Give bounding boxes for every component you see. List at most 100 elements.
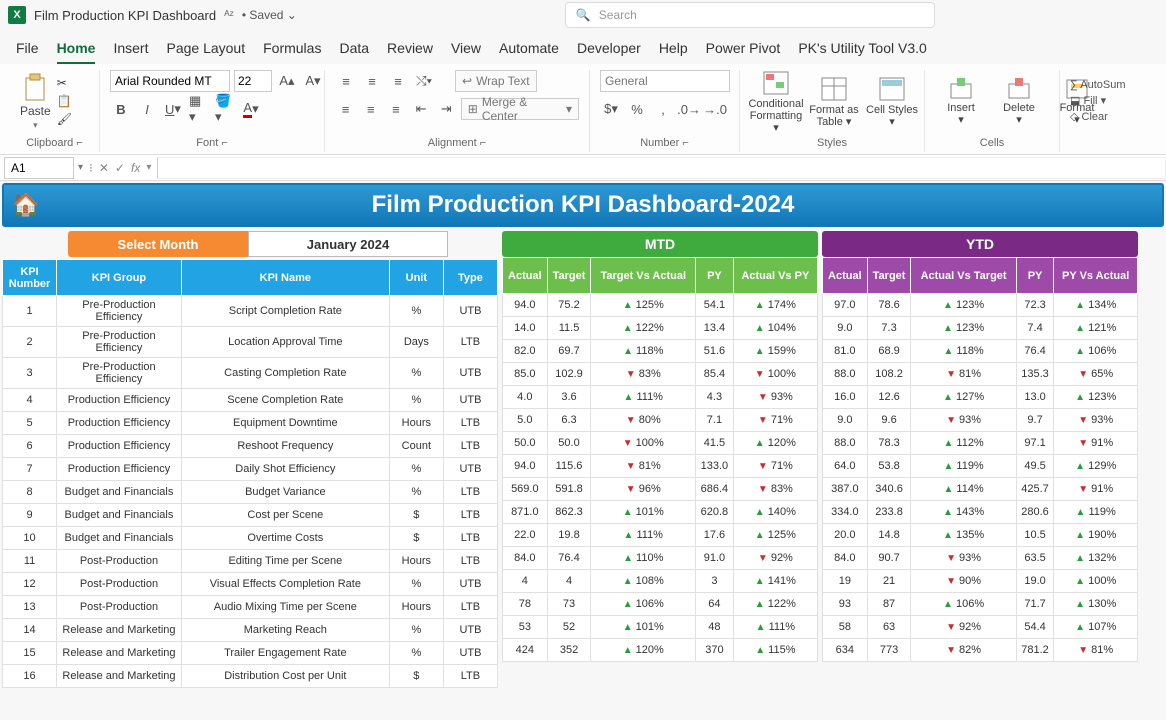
delete-cells-button[interactable]: Delete▾ — [993, 76, 1045, 126]
col-header: Type — [443, 260, 497, 296]
border-button[interactable]: ▦ ▾ — [188, 98, 210, 120]
paste-button[interactable]: Paste — [20, 104, 51, 118]
insert-cells-button[interactable]: Insert▾ — [935, 76, 987, 126]
table-row: 88.0108.2▼ 81%135.3▼ 65% — [823, 363, 1138, 386]
col-header: Target Vs Actual — [591, 258, 696, 294]
menu-automate[interactable]: Automate — [499, 40, 559, 64]
currency-icon[interactable]: $▾ — [600, 98, 622, 120]
conditional-formatting-button[interactable]: Conditional Formatting ▾ — [750, 70, 802, 134]
ribbon: Paste ▾ ✂ 📋 🖌 Clipboard ⌐ A▴ A▾ B I U ▾ — [0, 64, 1166, 155]
table-row: 3Pre-Production EfficiencyCasting Comple… — [3, 358, 498, 389]
table-row: 569.0591.8▼ 96%686.4▼ 83% — [503, 478, 818, 501]
menu-help[interactable]: Help — [659, 40, 688, 64]
table-row: 1Pre-Production EfficiencyScript Complet… — [3, 296, 498, 327]
orientation-icon[interactable]: ⤭▾ — [413, 70, 435, 92]
merge-center-button[interactable]: ⊞ Merge & Center ▾ — [461, 98, 579, 120]
col-header: Actual — [823, 258, 868, 294]
percent-icon[interactable]: % — [626, 98, 648, 120]
increase-font-icon[interactable]: A▴ — [276, 70, 298, 92]
decrease-font-icon[interactable]: A▾ — [302, 70, 324, 92]
bold-button[interactable]: B — [110, 98, 132, 120]
table-row: 88.078.3▲ 112%97.1▼ 91% — [823, 432, 1138, 455]
copy-icon[interactable]: 📋 — [57, 94, 72, 108]
dropdown-icon[interactable]: ⁝ — [89, 161, 93, 175]
confirm-icon[interactable]: ✓ — [115, 161, 125, 175]
mtd-table: ActualTargetTarget Vs ActualPYActual Vs … — [502, 257, 818, 662]
indent-inc-icon[interactable]: ⇥ — [436, 98, 457, 120]
paste-icon[interactable] — [22, 72, 48, 102]
menu-file[interactable]: File — [16, 40, 39, 64]
table-row: 4.03.6▲ 111%4.3▼ 93% — [503, 386, 818, 409]
table-row: 15Release and MarketingTrailer Engagemen… — [3, 642, 498, 665]
dashboard-title: 🏠 Film Production KPI Dashboard-2024 — [2, 183, 1164, 227]
align-left-icon[interactable]: ≡ — [335, 98, 356, 120]
group-clipboard: Clipboard ⌐ — [20, 134, 89, 152]
menu-data[interactable]: Data — [339, 40, 369, 64]
menu-pk-s-utility-tool-v3-0[interactable]: PK's Utility Tool V3.0 — [798, 40, 926, 64]
font-name-select[interactable] — [110, 70, 230, 92]
fill-button[interactable]: ⬓ Fill ▾ — [1070, 94, 1126, 107]
menu-review[interactable]: Review — [387, 40, 433, 64]
inc-decimal-icon[interactable]: .0→ — [678, 98, 700, 120]
number-format-select[interactable] — [600, 70, 730, 92]
align-middle-icon[interactable]: ≡ — [361, 70, 383, 92]
table-row: 6Production EfficiencyReshoot FrequencyC… — [3, 435, 498, 458]
dec-decimal-icon[interactable]: →.0 — [704, 98, 726, 120]
table-row: 334.0233.8▲ 143%280.6▲ 119% — [823, 501, 1138, 524]
menu-view[interactable]: View — [451, 40, 481, 64]
table-row: 12Post-ProductionVisual Effects Completi… — [3, 573, 498, 596]
menu-formulas[interactable]: Formulas — [263, 40, 321, 64]
name-box[interactable] — [4, 157, 74, 179]
group-styles: Styles — [750, 134, 914, 152]
table-row: 22.019.8▲ 111%17.6▲ 125% — [503, 524, 818, 547]
menu-page-layout[interactable]: Page Layout — [166, 40, 245, 64]
home-icon[interactable]: 🏠 — [12, 192, 39, 218]
font-size-select[interactable] — [234, 70, 272, 92]
chevron-down-icon[interactable]: ▾ — [33, 120, 38, 131]
table-row: 84.076.4▲ 110%91.0▼ 92% — [503, 547, 818, 570]
wrap-text-button[interactable]: ↩ Wrap Text — [455, 70, 537, 92]
table-row: 9.09.6▼ 93%9.7▼ 93% — [823, 409, 1138, 432]
menu-developer[interactable]: Developer — [577, 40, 641, 64]
fx-icon[interactable]: fx — [131, 161, 140, 175]
cancel-icon[interactable]: ✕ — [99, 161, 109, 175]
col-header: Unit — [389, 260, 443, 296]
cut-icon[interactable]: ✂ — [57, 76, 72, 90]
italic-button[interactable]: I — [136, 98, 158, 120]
autosum-button[interactable]: ∑ AutoSum — [1070, 79, 1126, 91]
mtd-header: MTD — [502, 231, 818, 257]
align-right-icon[interactable]: ≡ — [385, 98, 406, 120]
table-row: 44▲ 108%3▲ 141% — [503, 570, 818, 593]
menu-insert[interactable]: Insert — [113, 40, 148, 64]
table-row: 84.090.7▼ 93%63.5▲ 132% — [823, 547, 1138, 570]
comma-icon[interactable]: , — [652, 98, 674, 120]
format-painter-icon[interactable]: 🖌 — [57, 112, 72, 126]
ytd-header: YTD — [822, 231, 1138, 257]
cell-styles-button[interactable]: Cell Styles ▾ — [866, 76, 918, 128]
col-header: PY — [696, 258, 734, 294]
col-header: Actual Vs PY — [733, 258, 817, 294]
underline-button[interactable]: U ▾ — [162, 98, 184, 120]
table-row: 16.012.6▲ 127%13.0▲ 123% — [823, 386, 1138, 409]
font-color-button[interactable]: A▾ — [240, 98, 262, 120]
formula-input[interactable] — [157, 157, 1166, 179]
select-month-value[interactable]: January 2024 — [248, 231, 448, 257]
kpi-definition-table: KPI NumberKPI GroupKPI NameUnitType 1Pre… — [2, 259, 498, 688]
indent-dec-icon[interactable]: ⇤ — [410, 98, 431, 120]
table-row: 387.0340.6▲ 114%425.7▼ 91% — [823, 478, 1138, 501]
menu-power-pivot[interactable]: Power Pivot — [706, 40, 781, 64]
format-as-table-button[interactable]: Format as Table ▾ — [808, 76, 860, 128]
clear-button[interactable]: ◇ Clear — [1070, 110, 1126, 123]
menu-home[interactable]: Home — [57, 40, 96, 64]
table-row: 9.07.3▲ 123%7.4▲ 121% — [823, 317, 1138, 340]
chevron-down-icon[interactable]: ▾ — [146, 162, 151, 173]
search-input[interactable]: 🔍 Search — [565, 2, 935, 28]
table-row: 81.068.9▲ 118%76.4▲ 106% — [823, 340, 1138, 363]
table-row: 11Post-ProductionEditing Time per SceneH… — [3, 550, 498, 573]
align-bottom-icon[interactable]: ≡ — [387, 70, 409, 92]
align-top-icon[interactable]: ≡ — [335, 70, 357, 92]
table-row: 9Budget and FinancialsCost per Scene$LTB — [3, 504, 498, 527]
align-center-icon[interactable]: ≡ — [360, 98, 381, 120]
table-row: 64.053.8▲ 119%49.5▲ 129% — [823, 455, 1138, 478]
fill-color-button[interactable]: 🪣▾ — [214, 98, 236, 120]
